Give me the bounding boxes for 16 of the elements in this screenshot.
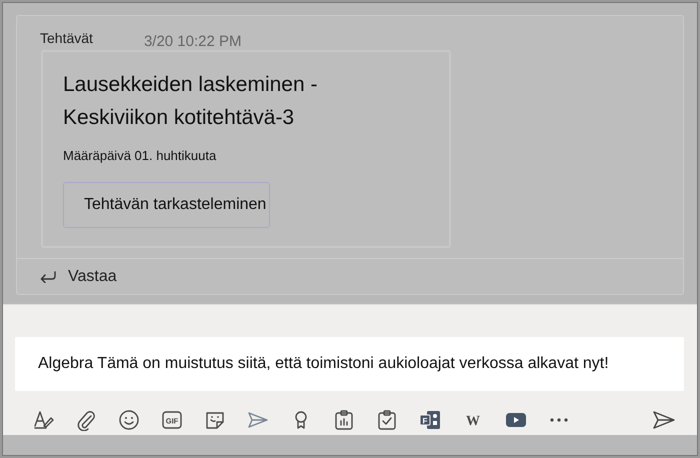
paperclip-icon[interactable] <box>75 408 97 430</box>
send-icon[interactable] <box>652 408 676 430</box>
reply-arrow-icon <box>40 270 56 282</box>
clipboard-chart-icon[interactable] <box>333 408 355 430</box>
format-text-icon[interactable] <box>32 408 54 430</box>
sender-name: Tehtävät <box>40 30 93 48</box>
wiki-icon[interactable]: W <box>462 408 484 430</box>
timestamp: 3/20 10:22 PM <box>144 32 242 50</box>
assignment-title: Keskiviikon kotitehtävä-3 <box>63 105 296 131</box>
clipboard-check-icon[interactable] <box>376 408 398 430</box>
emoji-icon[interactable] <box>118 408 140 430</box>
assignment-title: Lausekkeiden laskeminen - <box>63 72 318 98</box>
message-input[interactable]: Algebra Tämä on muistutus siitä, että toimistoni aukioloajat verkossa alkavat nyt! <box>15 337 684 391</box>
reply-link[interactable]: Vastaa <box>68 268 117 286</box>
view-assignment-button[interactable]: Tehtävän tarkasteleminen <box>63 182 270 228</box>
due-date: Määräpäivä 01. huhtikuuta <box>63 148 218 163</box>
